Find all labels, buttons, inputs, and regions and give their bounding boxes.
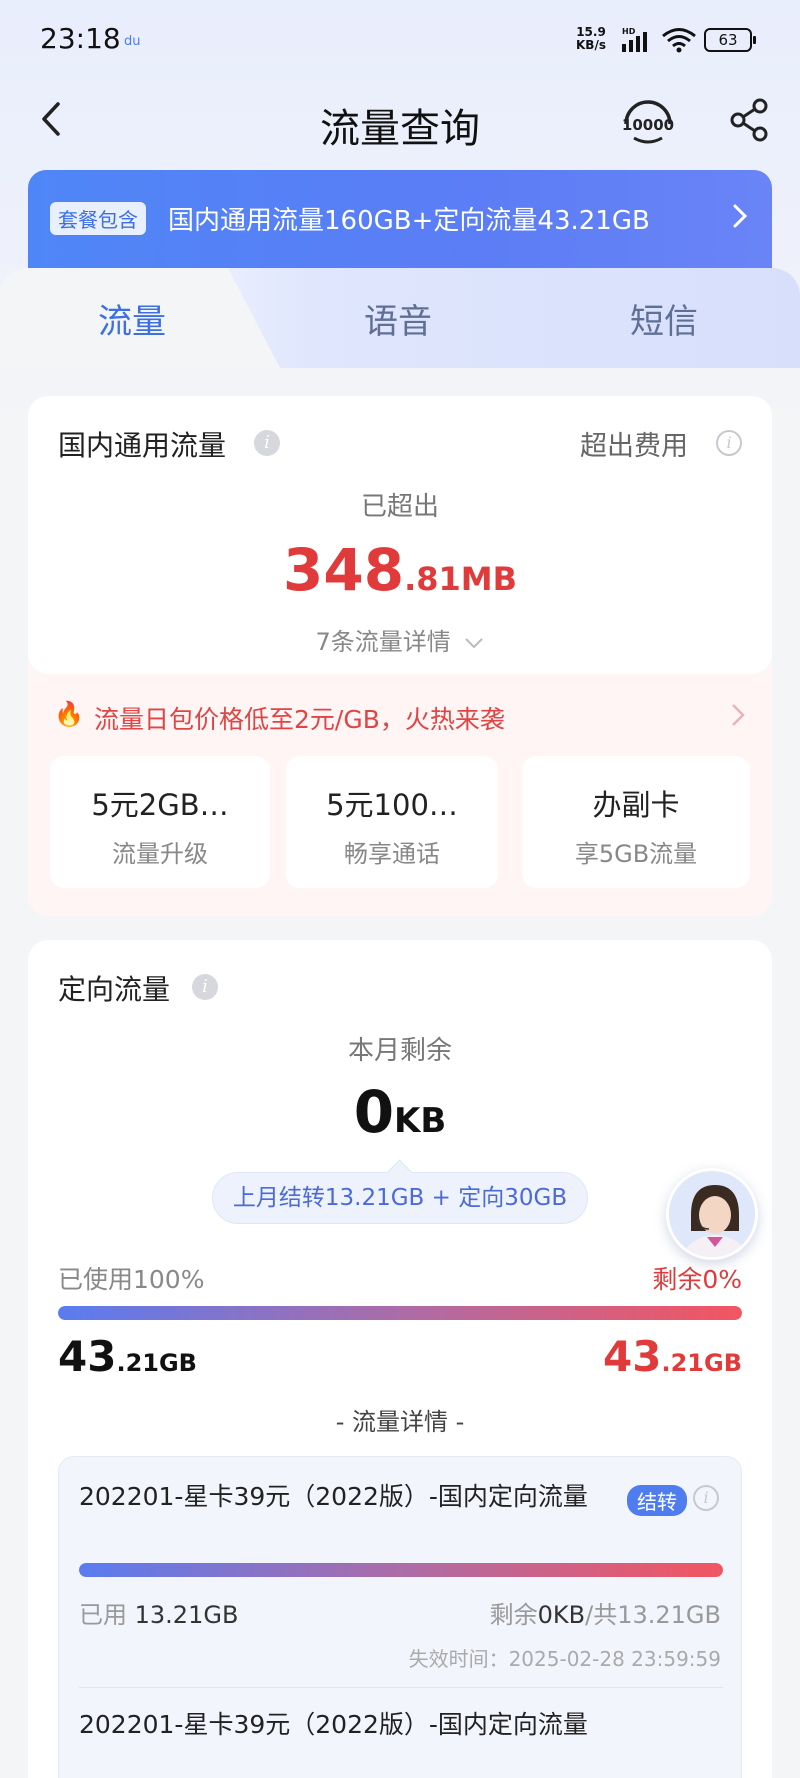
offer-card-secondary-sim[interactable]: 办副卡 享5GB流量 — [522, 756, 750, 888]
status-bar: 23:18 du 15.9 KB/s HD 63 — [0, 0, 800, 80]
usage-progress-fill — [58, 1306, 742, 1320]
tab-sms[interactable]: 短信 — [630, 294, 698, 343]
used-amount: 43.21GB — [58, 1332, 197, 1381]
chevron-right-icon — [733, 204, 748, 228]
remaining-int: 0 — [353, 1078, 395, 1146]
fire-icon: 🔥 — [54, 700, 84, 728]
total-amount-dec: .21GB — [661, 1349, 742, 1377]
share-icon[interactable] — [728, 96, 772, 144]
signal-hd-label: HD — [622, 27, 636, 36]
nav-bar: 流量查询 10000 — [0, 80, 800, 160]
flow-details-label: 7条流量详情 — [315, 628, 451, 656]
package-remaining: 剩余0KB/共13.21GB — [490, 1595, 721, 1630]
flow-details-header: - 流量详情 - — [335, 1408, 465, 1436]
monthly-remaining-value: 0KB — [28, 1078, 772, 1146]
info-icon[interactable]: i — [192, 974, 218, 1000]
tab-voice[interactable]: 语音 — [364, 294, 432, 343]
package-total-value: 13.21GB — [617, 1601, 721, 1629]
promo-text: 流量日包价格低至2元/GB，火热来袭 — [94, 705, 505, 734]
exceeded-amount-int: 348 — [283, 536, 405, 604]
offer-title: 办副卡 — [592, 788, 680, 822]
total-amount: 43.21GB — [603, 1332, 742, 1381]
customer-service-icon[interactable]: 10000 — [620, 94, 676, 150]
package-progress-fill — [79, 1563, 723, 1577]
used-amount-int: 43 — [58, 1332, 117, 1381]
chevron-right-icon — [732, 704, 745, 726]
carryover-badge: 结转 — [627, 1485, 687, 1516]
used-amount-dec: .21GB — [116, 1349, 197, 1377]
used-percent-label: 已使用100% — [58, 1265, 205, 1294]
package-tag: 套餐包含 — [50, 202, 146, 235]
package-used-value: 13.21GB — [134, 1601, 239, 1629]
status-time: 23:18 — [40, 22, 121, 55]
package-expiry: 失效时间：2025-02-28 23:59:59 — [408, 1647, 721, 1671]
remaining-percent-label: 剩余0% — [652, 1265, 742, 1294]
service-hotline-label: 10000 — [622, 116, 674, 134]
promo-banner[interactable]: 🔥 流量日包价格低至2元/GB，火热来袭 — [54, 696, 754, 736]
fee-info-icon[interactable]: i — [716, 430, 742, 456]
chevron-down-icon — [465, 638, 484, 649]
offer-subtitle: 享5GB流量 — [574, 840, 698, 868]
package-item-name: 202201-星卡39元（2022版）-国内定向流量 — [79, 1710, 588, 1739]
directed-flow-title: 定向流量 — [58, 973, 171, 1006]
package-banner[interactable]: 套餐包含 国内通用流量160GB+定向流量43.21GB — [28, 170, 772, 278]
package-progress-bar — [79, 1563, 723, 1577]
usage-tabs: 流量 语音 短信 — [0, 268, 800, 368]
flow-details-toggle[interactable]: 7条流量详情 — [28, 622, 772, 657]
package-info-icon[interactable]: i — [693, 1485, 719, 1511]
divider — [79, 1687, 723, 1688]
app-notification-icon: du — [124, 34, 141, 49]
offer-card-data-upgrade[interactable]: 5元2GB… 流量升级 — [50, 756, 270, 888]
back-arrow-icon[interactable] — [32, 94, 72, 144]
total-amount-int: 43 — [603, 1332, 662, 1381]
package-used-label: 已用 — [79, 1601, 127, 1629]
offer-title: 5元100… — [326, 788, 458, 822]
page-title: 流量查询 — [320, 106, 480, 152]
general-flow-card: 国内通用流量 i 超出费用 i 已超出 348.81MB 7条流量详情 🔥 流量… — [28, 396, 772, 916]
assistant-avatar[interactable] — [666, 1168, 758, 1260]
battery-icon: 63 — [704, 28, 756, 52]
usage-progress-bar — [58, 1306, 742, 1320]
package-remaining-label: 剩余 — [489, 1601, 538, 1629]
monthly-remaining-label: 本月剩余 — [347, 1036, 452, 1066]
offer-subtitle: 畅享通话 — [344, 840, 440, 868]
net-speed-unit: KB/s — [576, 38, 606, 52]
package-remaining-value: 0KB — [537, 1601, 586, 1629]
directed-flow-card: 定向流量 i 本月剩余 0KB 上月结转13.21GB + 定向30GB 已使用… — [28, 940, 772, 1778]
package-total-label: /共 — [585, 1601, 618, 1629]
offer-card-calls[interactable]: 5元100… 畅享通话 — [286, 756, 498, 888]
package-item-name: 202201-星卡39元（2022版）-国内定向流量 — [79, 1482, 588, 1511]
info-icon[interactable]: i — [254, 430, 280, 456]
remaining-unit: KB — [394, 1101, 447, 1141]
exceeded-amount-dec: .81MB — [404, 560, 517, 598]
overage-fee-label[interactable]: 超出费用 — [580, 424, 688, 463]
package-used: 已用 13.21GB — [79, 1595, 238, 1630]
exceeded-amount: 348.81MB — [28, 536, 772, 604]
offer-subtitle: 流量升级 — [112, 840, 208, 868]
package-summary: 国内通用流量160GB+定向流量43.21GB — [168, 206, 650, 236]
net-speed: 15.9 KB/s — [576, 26, 606, 52]
cellular-signal-icon: HD — [622, 27, 647, 52]
general-flow-title: 国内通用流量 — [58, 429, 227, 462]
offer-title: 5元2GB… — [91, 788, 229, 822]
general-flow-summary: 国内通用流量 i 超出费用 i 已超出 348.81MB 7条流量详情 — [28, 396, 772, 674]
carryover-bubble: 上月结转13.21GB + 定向30GB — [212, 1172, 588, 1224]
tab-data[interactable]: 流量 — [98, 294, 166, 343]
flow-detail-list: 202201-星卡39元（2022版）-国内定向流量 结转 i 已用 13.21… — [58, 1456, 742, 1778]
wifi-icon — [662, 28, 696, 53]
exceeded-label: 已超出 — [360, 492, 439, 522]
